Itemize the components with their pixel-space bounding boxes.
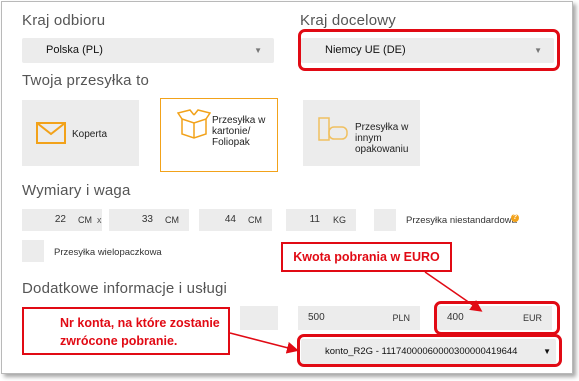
cod-eur-highlight [434,301,560,335]
parcel-option-envelope[interactable]: Koperta [22,100,139,166]
parcel-type-label: Twoja przesyłka to [22,72,149,89]
cod-pln-unit: PLN [392,313,410,323]
weight-value: 11 [309,214,320,225]
times-symbol: x [97,215,102,225]
parcel-option-envelope-label: Koperta [72,129,108,140]
length-input[interactable]: 22 CM [22,209,102,231]
chevron-down-icon: ▼ [254,46,262,55]
callout-eur-amount: Kwota pobrania w EURO [281,242,452,272]
account-highlight [297,334,562,367]
parcel-option-other[interactable]: Przesyłka w innym opakowaniu [303,100,420,166]
additional-info-label: Dodatkowe informacje i usługi [22,280,228,297]
cod-pln-value: 500 [308,312,325,323]
box-icon [177,109,211,139]
parcel-option-other-label-line1: Przesyłka w [355,122,409,133]
weight-unit: KG [332,215,346,225]
nonstandard-checkbox[interactable] [374,209,396,231]
destination-country-label: Kraj docelowy [300,12,396,29]
weight-input[interactable]: 11 KG [286,209,356,231]
parcel-option-box-label-line1: Przesyłka w [212,115,266,126]
width-value: 33 [141,214,153,225]
length-value: 22 [54,214,66,225]
width-unit: CM [165,215,179,225]
nonstandard-label: Przesyłka niestandardowa [406,215,517,226]
pickup-country-value: Polska (PL) [46,44,103,56]
width-input[interactable]: 33 CM [109,209,189,231]
pickup-country-label: Kraj odbioru [22,12,106,29]
parcel-option-box-label-line3: Foliopak [212,137,250,148]
callout-eur-amount-text: Kwota pobrania w EURO [293,250,440,264]
pickup-country-select[interactable]: Polska (PL) ▼ [22,38,274,63]
info-icon[interactable]: ? [511,214,519,222]
callout-account-line2: zwrócone pobranie. [60,334,178,348]
height-value: 44 [224,214,236,225]
envelope-icon [36,122,66,144]
parcel-option-box-label-line2: kartonie/ [212,126,251,137]
dimensions-label: Wymiary i waga [22,182,131,199]
other-package-icon [318,117,348,141]
height-unit: CM [248,215,262,225]
parcel-option-other-label-line3: opakowaniu [355,144,409,155]
cod-type-field[interactable] [240,306,278,330]
callout-account: Nr konta, na które zostanie zwrócone pob… [22,307,230,355]
parcel-option-box[interactable]: Przesyłka w kartonie/ Foliopak [160,98,278,172]
cod-pln-input[interactable]: 500 PLN [298,306,420,330]
length-unit: CM [78,215,92,225]
multipack-checkbox[interactable] [22,240,44,262]
height-input[interactable]: 44 CM [199,209,272,231]
destination-highlight [298,29,560,71]
multipack-label: Przesyłka wielopaczkowa [54,247,162,258]
callout-account-line1: Nr konta, na które zostanie [60,316,220,330]
parcel-option-other-label-line2: innym [355,133,382,144]
